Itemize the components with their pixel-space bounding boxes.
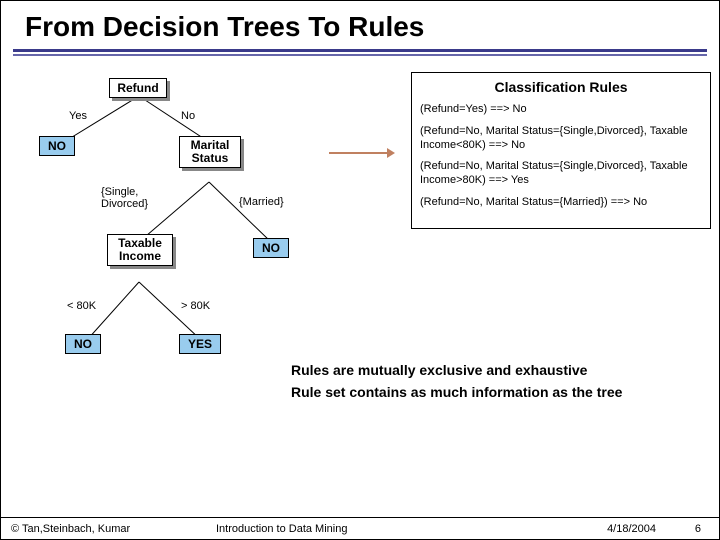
notes-block: Rules are mutually exclusive and exhaust… [291,356,711,406]
tree-leaf-yes: YES [179,334,221,354]
footer-course: Introduction to Data Mining [216,523,536,535]
tree-node-marital: Marital Status [179,136,241,168]
arrow-icon [329,152,389,154]
footer-copyright: © Tan,Steinbach, Kumar [11,523,216,535]
decision-tree-diagram: Refund Yes No NO Marital Status {Single,… [9,72,319,402]
tree-leaf-no-2: NO [253,238,289,258]
rule-3: (Refund=No, Marital Status={Single,Divor… [420,160,702,188]
classification-rules-box: Classification Rules (Refund=Yes) ==> No… [411,72,711,229]
slide-content: Refund Yes No NO Marital Status {Single,… [1,64,719,494]
rule-4: (Refund=No, Marital Status={Married}) ==… [420,196,702,210]
note-exclusive: Rules are mutually exclusive and exhaust… [291,362,711,378]
tree-node-refund: Refund [109,78,167,98]
edge-label-yes: Yes [69,110,87,122]
tree-node-taxable: Taxable Income [107,234,173,266]
edge-label-gt80k: > 80K [181,300,210,312]
rules-heading: Classification Rules [420,79,702,95]
tree-leaf-no-3: NO [65,334,101,354]
edge-label-no: No [181,110,195,122]
note-information: Rule set contains as much information as… [291,384,711,400]
edge-label-lt80k: < 80K [67,300,96,312]
rule-1: (Refund=Yes) ==> No [420,103,702,117]
rule-2: (Refund=No, Marital Status={Single,Divor… [420,125,702,153]
tree-leaf-no-1: NO [39,136,75,156]
edge-label-married: {Married} [239,196,284,208]
title-underline [13,49,707,52]
title-underline-thin [13,54,707,56]
slide-footer: © Tan,Steinbach, Kumar Introduction to D… [1,517,720,539]
footer-date: 4/18/2004 [536,523,656,535]
edge-label-single-divorced: {Single, Divorced} [101,186,148,210]
footer-page-number: 6 [656,523,711,535]
slide-title: From Decision Trees To Rules [1,1,719,49]
